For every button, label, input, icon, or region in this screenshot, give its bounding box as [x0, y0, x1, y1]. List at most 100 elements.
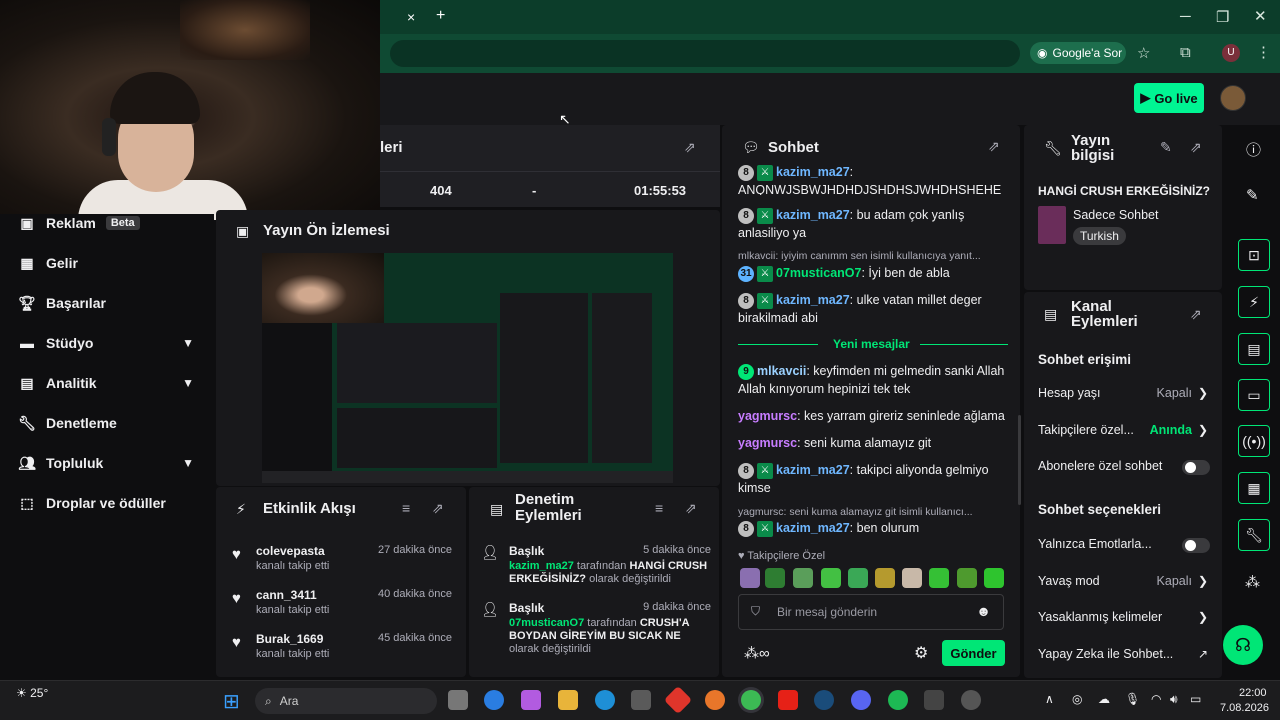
chat-username[interactable]: 07musticanO7 [776, 266, 861, 280]
chat-username[interactable]: yagmursc [738, 409, 797, 423]
broadcast-icon[interactable]: ((•)) [1238, 425, 1270, 457]
youtube-icon[interactable] [778, 690, 798, 710]
bookmark-star-icon[interactable]: ☆ [1137, 44, 1150, 62]
app-icon[interactable] [705, 690, 725, 710]
taskbar-search[interactable]: ⌕ Ara [255, 688, 437, 714]
send-button[interactable]: Gönder [942, 640, 1005, 666]
store-icon[interactable] [631, 690, 651, 710]
sidebar-item-revenue[interactable]: ▦ Gelir [18, 248, 208, 278]
popout-icon[interactable]: ⇗ [988, 138, 1000, 155]
edit-pencil-icon[interactable]: ✎ [1160, 139, 1172, 156]
tag-badge[interactable]: Turkish [1073, 227, 1126, 245]
popout-icon[interactable]: ⇗ [685, 500, 697, 517]
filter-icon[interactable]: ≡ [655, 500, 663, 516]
chat-username[interactable]: kazim_ma27 [776, 208, 850, 222]
emotes-only-setting[interactable]: Yalnızca Emotlarla... [1038, 537, 1214, 555]
maximize-icon[interactable]: ❐ [1216, 8, 1229, 26]
chrome-menu-icon[interactable]: ⋮ [1256, 43, 1271, 61]
steam-icon[interactable] [814, 690, 834, 710]
chat-username[interactable]: kazim_ma27 [776, 293, 850, 307]
clock-date[interactable]: 7.08.2026 [1220, 702, 1269, 714]
subs-only-setting[interactable]: Abonelere özel sohbet [1038, 459, 1214, 477]
clip-icon[interactable]: ⊡ [1238, 239, 1270, 271]
tray-app-icon[interactable]: ◎ [1072, 692, 1082, 706]
filter-icon[interactable]: ≡ [402, 500, 410, 516]
user-avatar[interactable] [1220, 85, 1246, 111]
points-icon[interactable]: ⁂∞ [744, 644, 770, 662]
close-tab-icon[interactable]: × [407, 9, 415, 25]
edge-icon[interactable] [595, 690, 615, 710]
emote[interactable] [765, 568, 785, 588]
spotify-icon[interactable] [888, 690, 908, 710]
stream-preview-video[interactable] [262, 253, 673, 483]
battery-icon[interactable]: ▭ [1190, 692, 1201, 706]
profile-avatar[interactable]: U [1222, 44, 1240, 62]
gear-icon[interactable]: ⚙ [914, 643, 928, 663]
popout-icon[interactable]: ⇗ [1190, 139, 1202, 156]
ai-chat-setting[interactable]: Yapay Zeka ile Sohbet... ↗ [1038, 647, 1214, 665]
chat-username[interactable]: yagmursc [738, 436, 797, 450]
emote[interactable] [793, 568, 813, 588]
sidebar-item-analytics[interactable]: ▤ Analitik ▼ [18, 368, 208, 398]
emote[interactable] [821, 568, 841, 588]
slow-mode-setting[interactable]: Yavaş mod Kapalı ❯ [1038, 574, 1214, 592]
lightning-icon[interactable]: ⚡︎ [1238, 286, 1270, 318]
chat-username[interactable]: kazim_ma27 [776, 463, 850, 477]
ask-google-button[interactable]: ◉ Google'a Sor [1030, 42, 1126, 64]
help-chat-button[interactable]: ☊ [1223, 625, 1263, 665]
clock-time[interactable]: 22:00 [1239, 687, 1267, 699]
volume-icon[interactable]: 🔊︎ [1170, 692, 1178, 707]
mod-user[interactable]: 07musticanO7 [509, 617, 584, 629]
discord-icon[interactable] [851, 690, 871, 710]
go-live-button[interactable]: ▶ Go live [1134, 83, 1204, 113]
chat-input[interactable]: ⛉ Bir mesaj gönderin ☻ [738, 594, 1004, 630]
add-action-icon[interactable]: ⁂ [1245, 573, 1260, 591]
emote-picker-icon[interactable]: ☻ [976, 603, 991, 619]
sidebar-item-community[interactable]: 👥︎ Topluluk ▼ [18, 448, 208, 478]
wifi-icon[interactable]: ◠ [1151, 692, 1161, 706]
reply-context[interactable]: mlkavcii: iyiyim canımm sen isimli kulla… [738, 250, 1008, 262]
emotes-only-toggle[interactable] [1182, 538, 1210, 553]
subs-only-toggle[interactable] [1182, 460, 1210, 475]
popout-icon[interactable]: ⇗ [432, 500, 444, 517]
microphone-icon[interactable]: 🎙︎ [1125, 692, 1140, 706]
weather-widget[interactable]: ☀ 25° [16, 686, 48, 700]
emote[interactable] [957, 568, 977, 588]
edit-pencil-icon[interactable]: ✎ [1246, 186, 1259, 204]
omnibox[interactable] [390, 40, 1020, 67]
info-icon[interactable]: ⓘ [1246, 139, 1261, 160]
settings-app-icon[interactable] [961, 690, 981, 710]
file-explorer-icon[interactable] [558, 690, 578, 710]
wrench-icon[interactable]: 🔧︎ [1238, 519, 1270, 551]
emote[interactable] [929, 568, 949, 588]
popout-icon[interactable]: ⇗ [1190, 306, 1202, 323]
chat-username[interactable]: kazim_ma27 [776, 165, 850, 179]
copilot-icon[interactable] [521, 690, 541, 710]
new-tab-button[interactable]: + [436, 7, 445, 25]
windows-start-icon[interactable]: ⊞ [223, 689, 240, 714]
sidebar-item-studio[interactable]: ▬ Stüdyo ▼ [18, 328, 208, 358]
tray-app-icon[interactable]: ☁ [1098, 692, 1110, 706]
emote[interactable] [984, 568, 1004, 588]
sidebar-item-moderation[interactable]: 🔧︎ Denetleme [18, 408, 208, 438]
emote[interactable] [875, 568, 895, 588]
terminal-icon[interactable] [924, 690, 944, 710]
layout-icon[interactable]: ▦ [1238, 472, 1270, 504]
task-view-icon[interactable] [448, 690, 468, 710]
category-name[interactable]: Sadece Sohbet [1073, 208, 1159, 222]
chat-scrollbar[interactable] [1018, 415, 1021, 505]
chat-bubble-icon[interactable]: ▭ [1238, 379, 1270, 411]
sidebar-item-achievements[interactable]: 🏆︎ Başarılar [18, 288, 208, 318]
mod-user[interactable]: kazim_ma27 [509, 560, 574, 572]
sidebar-item-drops[interactable]: ⬚ Droplar ve ödüller [18, 488, 208, 518]
chevron-up-icon[interactable]: ∧ [1045, 692, 1054, 706]
reply-context[interactable]: yagmursc: seni kuma alamayız git isimli … [738, 506, 1008, 518]
emote[interactable] [902, 568, 922, 588]
minimize-icon[interactable]: ─ [1180, 8, 1191, 25]
chat-username[interactable]: mlkavcii [757, 364, 806, 378]
document-icon[interactable]: ▤ [1238, 333, 1270, 365]
popout-icon[interactable]: ⇗ [684, 139, 696, 156]
sidebar-item-ads[interactable]: ▣ Reklam Beta [18, 208, 208, 238]
window-close-icon[interactable]: ✕ [1254, 7, 1267, 25]
emote[interactable] [848, 568, 868, 588]
